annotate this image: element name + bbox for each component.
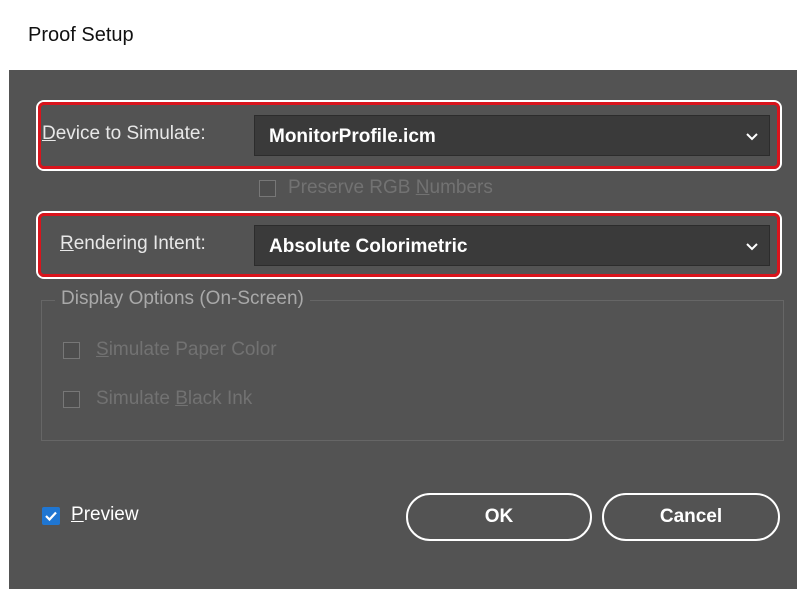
dialog-body: Device to Simulate: MonitorProfile.icm P…: [9, 70, 797, 589]
preserve-rgb-checkbox[interactable]: [259, 180, 276, 197]
rendering-label: Rendering Intent:: [60, 233, 206, 254]
simulate-paper-color-label: Simulate Paper Color: [96, 339, 277, 360]
preview-checkbox[interactable]: [42, 507, 60, 525]
window-frame-left: [0, 70, 9, 597]
window-frame-bottom: [0, 589, 806, 597]
device-select[interactable]: MonitorProfile.icm: [254, 115, 770, 156]
cancel-button[interactable]: Cancel: [602, 493, 780, 541]
display-options-title: Display Options (On-Screen): [55, 288, 310, 310]
rendering-select[interactable]: Absolute Colorimetric: [254, 225, 770, 266]
rendering-select-value: Absolute Colorimetric: [269, 236, 468, 257]
ok-button[interactable]: OK: [406, 493, 592, 541]
preview-label: Preview: [71, 504, 139, 525]
simulate-black-ink-checkbox[interactable]: [63, 391, 80, 408]
device-label: Device to Simulate:: [42, 123, 206, 144]
preserve-rgb-label: Preserve RGB Numbers: [288, 177, 493, 198]
proof-setup-dialog: Proof Setup Device to Simulate: MonitorP…: [0, 0, 806, 597]
display-options-group: [41, 300, 784, 441]
dialog-title: Proof Setup: [28, 24, 134, 46]
title-bar[interactable]: Proof Setup: [0, 0, 806, 70]
checkmark-icon: [45, 511, 57, 522]
window-frame-right: [797, 70, 806, 597]
chevron-down-icon: [746, 243, 758, 251]
device-select-value: MonitorProfile.icm: [269, 126, 436, 147]
simulate-black-ink-label: Simulate Black Ink: [96, 388, 253, 409]
chevron-down-icon: [746, 133, 758, 141]
simulate-paper-color-checkbox[interactable]: [63, 342, 80, 359]
